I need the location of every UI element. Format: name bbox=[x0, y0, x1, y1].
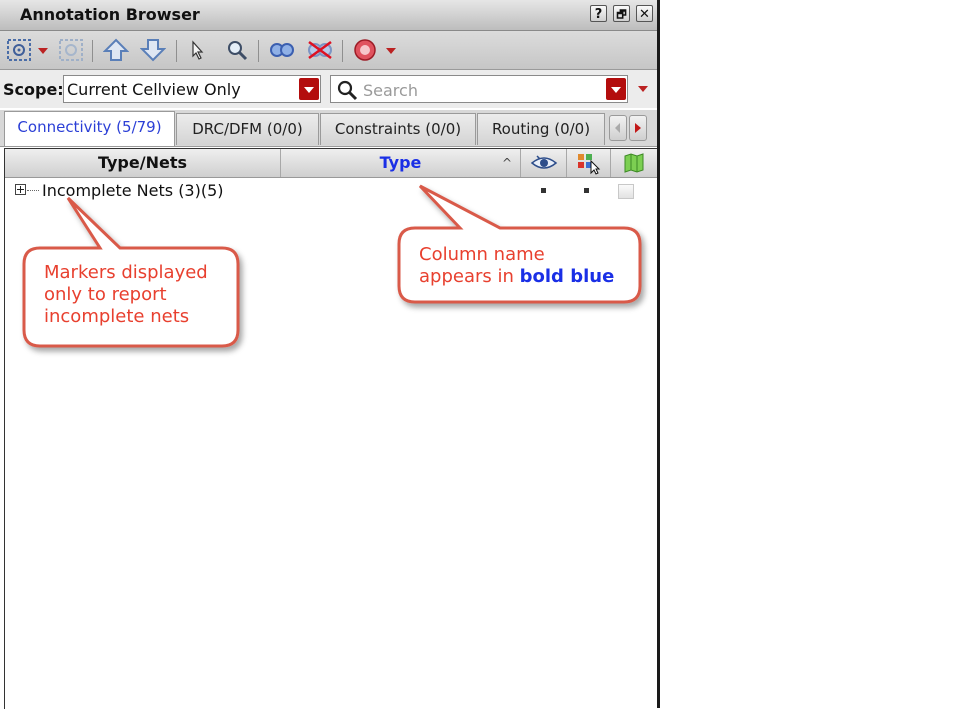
callout-left-line: incomplete nets bbox=[44, 306, 190, 327]
callout-right-prefix: appears in bbox=[419, 266, 520, 287]
callout-left-line: only to report bbox=[44, 284, 167, 305]
callout-shapes bbox=[22, 184, 642, 348]
callout-right-line: Column name bbox=[419, 244, 545, 265]
callout-right-bold: bold blue bbox=[519, 266, 615, 287]
callout-left-line: Markers displayed bbox=[44, 262, 208, 283]
callout-left-text: Markers displayed only to report incompl… bbox=[44, 262, 208, 328]
callout-right-text: Column name appears in bold blue bbox=[419, 244, 614, 288]
callout-right-line: appears in bold blue bbox=[419, 266, 614, 288]
